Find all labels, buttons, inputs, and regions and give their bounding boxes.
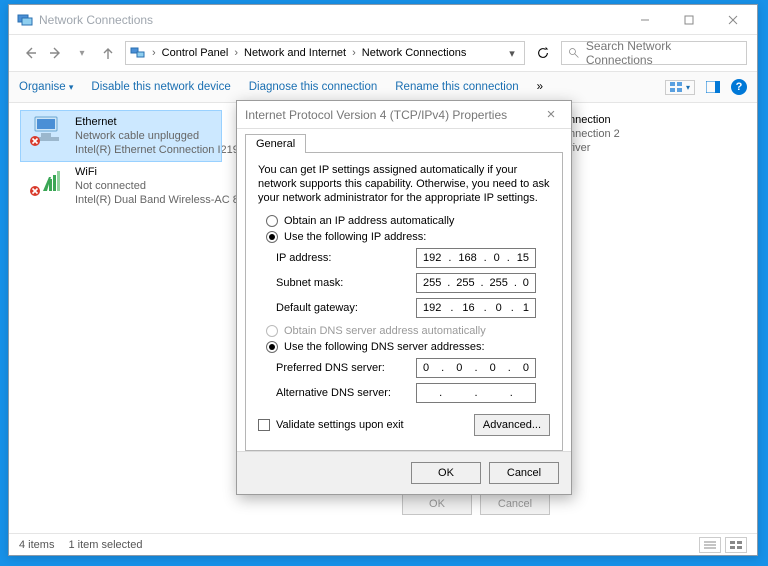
item-count: 4 items [19,539,54,551]
chevron-right-icon: › [352,47,356,59]
parent-ok-button[interactable]: OK [402,493,472,515]
preferred-dns-input[interactable]: 0. 0. 0. 0 [416,358,536,378]
alternative-dns-label: Alternative DNS server: [276,387,416,399]
disable-device-button[interactable]: Disable this network device [91,81,230,93]
radio-obtain-dns-auto: Obtain DNS server address automatically [266,325,550,337]
tab-page-general: You can get IP settings assigned automat… [245,152,563,451]
advanced-button[interactable]: Advanced... [474,414,550,436]
default-gateway-input[interactable]: 192. 16. 0. 1 [416,298,536,318]
chevron-down-icon: ▾ [686,83,690,92]
close-window-button[interactable] [711,6,755,34]
ip-address-input[interactable]: 192. 168. 0. 15 [416,248,536,268]
adapter-name: Ethernet [75,115,254,129]
window-title: Network Connections [39,13,623,27]
default-gateway-label: Default gateway: [276,302,416,314]
tiles-icon [670,82,684,93]
details-view-button[interactable] [699,537,721,553]
ip-auto-info-text: You can get IP settings assigned automat… [258,163,550,205]
diagnose-connection-button[interactable]: Diagnose this connection [249,81,378,93]
titlebar: Network Connections [9,5,757,35]
search-placeholder: Search Network Connections [586,39,740,67]
radio-icon [266,341,278,353]
occluded-adapter-text: nnection nnection 2 river [569,113,620,155]
adapter-name: WiFi [75,165,255,179]
close-dialog-button[interactable]: × [539,106,563,123]
adapter-device: Intel(R) Ethernet Connection I219-… [75,143,254,157]
alternative-dns-input[interactable]: . . . [416,383,536,403]
chevron-down-icon[interactable]: ▾ [504,47,520,60]
parent-cancel-button[interactable]: Cancel [480,493,550,515]
breadcrumb-network-connections[interactable]: Network Connections [362,47,467,59]
radio-use-following-ip[interactable]: Use the following IP address: [266,231,550,243]
selection-count: 1 item selected [68,539,142,551]
organise-menu[interactable]: Organise ▾ [19,81,73,93]
validate-settings-checkbox[interactable] [258,419,270,431]
maximise-button[interactable] [667,6,711,34]
network-connections-icon [17,12,33,28]
ip-address-label: IP address: [276,252,416,264]
radio-icon [266,325,278,337]
navigation-bar: ▾ › Control Panel › Network and Internet… [9,35,757,71]
dialog-title: Internet Protocol Version 4 (TCP/IPv4) P… [245,108,507,122]
cancel-button[interactable]: Cancel [489,462,559,484]
network-icon [130,45,146,61]
search-icon [568,47,580,59]
validate-settings-label: Validate settings upon exit [276,419,404,431]
chevron-right-icon: › [234,47,238,59]
adapter-status: Network cable unplugged [75,129,254,143]
parent-dialog-buttons: OK Cancel [402,493,550,515]
radio-icon [266,215,278,227]
dialog-button-row: OK Cancel [237,451,571,494]
adapter-wifi[interactable]: WiFi Not connected Intel(R) Dual Band Wi… [21,161,221,211]
preview-pane-button[interactable] [705,79,721,95]
breadcrumb-control-panel[interactable]: Control Panel [162,47,229,59]
rename-connection-button[interactable]: Rename this connection [395,81,518,93]
ok-button[interactable]: OK [411,462,481,484]
address-bar[interactable]: › Control Panel › Network and Internet ›… [125,41,525,65]
up-button[interactable] [97,42,119,64]
adapter-device: Intel(R) Dual Band Wireless-AC 82… [75,193,255,207]
large-icons-view-button[interactable] [725,537,747,553]
radio-use-following-dns[interactable]: Use the following DNS server addresses: [266,341,550,353]
history-dropdown[interactable]: ▾ [71,42,93,64]
wifi-adapter-icon [29,165,65,197]
status-bar: 4 items 1 item selected [9,533,757,555]
subnet-mask-label: Subnet mask: [276,277,416,289]
adapter-status: Not connected [75,179,255,193]
subnet-mask-input[interactable]: 255. 255. 255. 0 [416,273,536,293]
command-bar: Organise ▾ Disable this network device D… [9,71,757,103]
breadcrumb-network-internet[interactable]: Network and Internet [244,47,346,59]
help-button[interactable]: ? [731,79,747,95]
forward-button[interactable] [45,42,67,64]
more-commands-button[interactable]: » [537,81,543,93]
search-input[interactable]: Search Network Connections [561,41,747,65]
ethernet-adapter-icon [29,115,65,147]
radio-icon [266,231,278,243]
preferred-dns-label: Preferred DNS server: [276,362,416,374]
dialog-titlebar: Internet Protocol Version 4 (TCP/IPv4) P… [237,101,571,129]
minimise-button[interactable] [623,6,667,34]
refresh-button[interactable] [531,41,555,65]
radio-obtain-ip-auto[interactable]: Obtain an IP address automatically [266,215,550,227]
view-layout-dropdown[interactable]: ▾ [665,80,695,95]
chevron-down-icon: ▾ [69,82,74,92]
chevron-right-icon: › [152,47,156,59]
tab-general[interactable]: General [245,134,306,153]
adapter-ethernet[interactable]: Ethernet Network cable unplugged Intel(R… [21,111,221,161]
back-button[interactable] [19,42,41,64]
ipv4-properties-dialog: Internet Protocol Version 4 (TCP/IPv4) P… [236,100,572,495]
